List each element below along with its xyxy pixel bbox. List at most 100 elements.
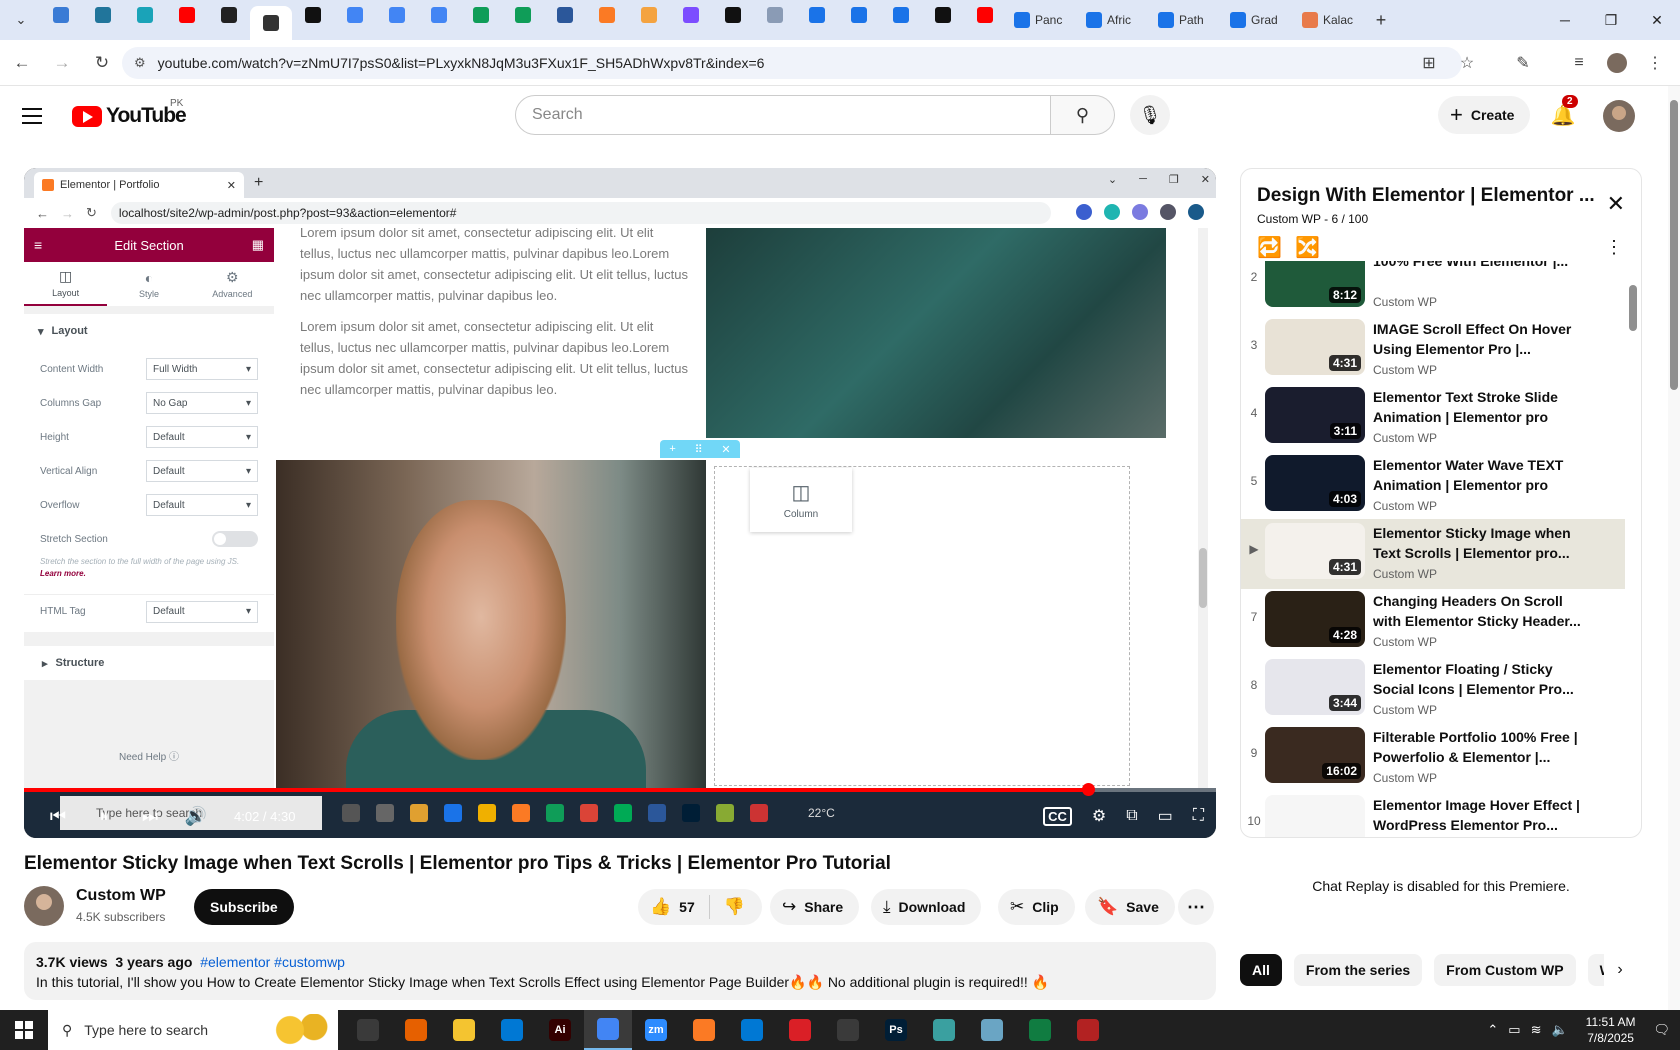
playlist-thumbnail[interactable]: 3:44 <box>1265 659 1365 715</box>
thumbs-up-icon[interactable]: 👍 <box>650 897 671 917</box>
taskbar-app[interactable] <box>584 1010 632 1050</box>
browser-tab[interactable] <box>754 0 796 30</box>
taskbar-clock[interactable]: 11:51 AM 7/8/2025 <box>1586 1014 1636 1046</box>
previous-icon[interactable]: ⏮ <box>46 806 70 827</box>
clip-button[interactable]: ✂ Clip <box>998 889 1075 925</box>
taskbar-app[interactable]: Ps <box>872 1010 920 1050</box>
share-button[interactable]: ↪ Share <box>770 889 860 925</box>
media-control-icon[interactable]: ≡ <box>1562 46 1596 80</box>
extensions-icon[interactable]: ✎ <box>1506 46 1540 80</box>
browser-tab[interactable] <box>964 0 1006 30</box>
close-playlist-icon[interactable]: ✕ <box>1607 191 1625 217</box>
playlist-item-title[interactable]: Elementor Floating / Sticky Social Icons… <box>1373 659 1583 699</box>
browser-tab[interactable] <box>166 0 208 30</box>
playlist-item[interactable]: 5 4:03 Elementor Water Wave TEXT Animation… <box>1241 451 1625 521</box>
shuffle-icon[interactable]: 🔀 <box>1295 235 1320 260</box>
browser-tab[interactable] <box>880 0 922 30</box>
back-icon[interactable]: ← <box>4 45 40 81</box>
browser-tab[interactable] <box>334 0 376 30</box>
browser-menu-icon[interactable]: ⋮ <box>1638 46 1672 80</box>
playlist-thumbnail[interactable]: 4:03 <box>1265 455 1365 511</box>
browser-tab[interactable] <box>460 0 502 30</box>
tab-search-icon[interactable]: ⌄ <box>6 6 36 34</box>
taskbar-app[interactable] <box>776 1010 824 1050</box>
playlist-thumbnail[interactable]: 4:31 <box>1265 523 1365 579</box>
chevron-up-icon[interactable]: ⌃ <box>1487 1022 1498 1038</box>
pause-icon[interactable]: ⏸ <box>92 806 116 827</box>
playlist-item-title[interactable]: Changing Headers On Scroll with Elemento… <box>1373 591 1583 631</box>
browser-tab[interactable] <box>586 0 628 30</box>
channel-name[interactable]: Custom WP <box>76 887 166 905</box>
theater-mode-icon[interactable]: ▭ <box>1158 806 1173 826</box>
close-window-icon[interactable]: ✕ <box>1634 0 1680 40</box>
reload-icon[interactable]: ↻ <box>84 45 120 81</box>
install-app-icon[interactable]: ⊞ <box>1412 46 1446 80</box>
hashtags[interactable]: #elementor #customwp <box>200 954 345 970</box>
notification-center-icon[interactable]: 🗨 <box>1653 1022 1670 1038</box>
taskbar-app[interactable] <box>1064 1010 1112 1050</box>
forward-icon[interactable]: → <box>44 45 80 81</box>
volume-icon[interactable]: 🔊 <box>184 806 208 827</box>
miniplayer-icon[interactable]: ⧉ <box>1126 807 1137 825</box>
youtube-logo[interactable]: YouTube PK <box>72 98 187 128</box>
taskbar-app[interactable] <box>392 1010 440 1050</box>
create-button[interactable]: + Create <box>1438 96 1531 134</box>
playlist-item-title[interactable]: Elementor Water Wave TEXT Animation | El… <box>1373 455 1583 495</box>
windows-start-icon[interactable] <box>0 1010 48 1050</box>
search-input[interactable]: Search <box>515 95 1051 135</box>
chevron-right-icon[interactable]: › <box>1604 954 1636 986</box>
page-scrollbar[interactable] <box>1668 86 1680 1010</box>
playlist-item[interactable]: 4 3:11 Elementor Text Stroke Slide Animati… <box>1241 383 1625 453</box>
playlist-item[interactable]: ▶ 4:31 Elementor Sticky Image when Text Sc… <box>1241 519 1625 589</box>
next-icon[interactable]: ⏭ <box>138 806 162 827</box>
settings-gear-icon[interactable]: ⚙ <box>1092 806 1106 826</box>
playlist-item[interactable]: 3 4:31 IMAGE Scroll Effect On Hover Using … <box>1241 315 1625 385</box>
playlist-item[interactable]: 10 Elementor Image Hover Effect | WordPre… <box>1241 791 1625 837</box>
taskbar-app[interactable] <box>968 1010 1016 1050</box>
browser-tab[interactable] <box>418 0 460 30</box>
browser-tab[interactable] <box>796 0 838 30</box>
wifi-icon[interactable]: ≋ <box>1531 1022 1542 1038</box>
browser-tab[interactable] <box>502 0 544 30</box>
url-field[interactable]: ⚙ youtube.com/watch?v=zNmU7I7psS0&list=P… <box>122 47 1462 79</box>
taskbar-app[interactable] <box>488 1010 536 1050</box>
browser-tab[interactable] <box>292 0 334 30</box>
taskbar-search[interactable]: ⚲ Type here to search <box>48 1010 338 1050</box>
browser-tab[interactable] <box>628 0 670 30</box>
taskbar-app[interactable]: Ai <box>536 1010 584 1050</box>
like-count[interactable]: 57 <box>679 899 695 915</box>
video-progress-bar[interactable] <box>24 783 1216 796</box>
site-info-icon[interactable]: ⚙ <box>134 55 146 71</box>
browser-tab[interactable]: Grad <box>1222 5 1294 35</box>
bookmark-star-icon[interactable]: ☆ <box>1450 46 1484 80</box>
playlist-thumbnail[interactable]: 8:12 <box>1265 261 1365 307</box>
fullscreen-icon[interactable]: ⛶ <box>1193 807 1204 825</box>
playlist-item[interactable]: 9 16:02 Filterable Portfolio 100% Free | P… <box>1241 723 1625 793</box>
browser-tab[interactable] <box>544 0 586 30</box>
browser-tab[interactable] <box>376 0 418 30</box>
browser-tab[interactable]: Afric <box>1078 5 1150 35</box>
menu-icon[interactable] <box>22 102 50 130</box>
playlist-thumbnail[interactable] <box>1265 795 1365 837</box>
download-button[interactable]: ⤓ Download <box>871 889 982 925</box>
browser-tab[interactable]: Kalac <box>1294 5 1366 35</box>
account-avatar[interactable] <box>1603 100 1635 132</box>
filter-chip[interactable]: All <box>1240 954 1282 986</box>
playlist-thumbnail[interactable]: 4:31 <box>1265 319 1365 375</box>
taskbar-app[interactable] <box>680 1010 728 1050</box>
browser-tab[interactable] <box>208 0 250 30</box>
channel-avatar[interactable] <box>24 886 64 926</box>
browser-tab[interactable] <box>40 0 82 30</box>
browser-tab[interactable]: Path <box>1150 5 1222 35</box>
voice-search-button[interactable]: 🎙 <box>1130 95 1170 135</box>
captions-icon[interactable]: CC <box>1043 806 1072 826</box>
browser-tab[interactable] <box>922 0 964 30</box>
loop-icon[interactable]: 🔁 <box>1257 235 1282 260</box>
network-icon[interactable]: ▭ <box>1508 1022 1520 1038</box>
video-player[interactable]: Elementor | Portfolio ✕ + ⌄ ─ ❐ ✕ ← → ↻ … <box>24 168 1216 838</box>
more-actions-icon[interactable]: ⋯ <box>1178 889 1214 925</box>
playlist-item-title[interactable]: 100% Free With Elementor |... <box>1373 261 1583 271</box>
subscribe-button[interactable]: Subscribe <box>194 889 294 925</box>
filter-chip[interactable]: From the series <box>1293 954 1423 986</box>
browser-tab[interactable] <box>250 6 292 40</box>
